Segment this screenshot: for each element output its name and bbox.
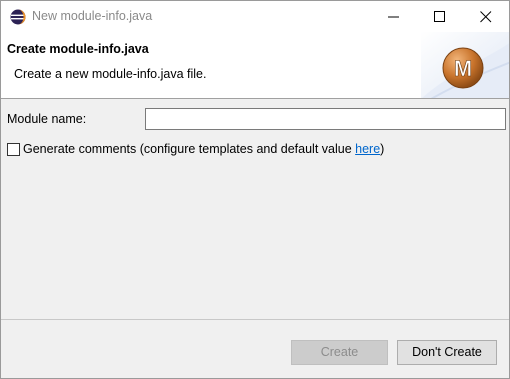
banner-title: Create module-info.java (7, 42, 149, 56)
module-name-input[interactable] (145, 108, 506, 130)
window-title: New module-info.java (32, 9, 153, 23)
minimize-button[interactable] (371, 1, 417, 32)
minimize-icon (388, 16, 399, 18)
generate-comments-label[interactable]: Generate comments (configure templates a… (23, 142, 384, 156)
wizard-banner: Create module-info.java Create a new mod… (1, 32, 509, 99)
configure-templates-link[interactable]: here (355, 142, 380, 156)
logo-letter: M (454, 56, 472, 81)
eclipse-icon (10, 9, 26, 25)
close-icon (480, 11, 492, 23)
maximize-button[interactable] (417, 1, 463, 32)
module-name-label: Module name: (7, 112, 87, 126)
close-button[interactable] (463, 1, 509, 32)
module-logo-icon: M (442, 47, 484, 89)
form-area: Module name: Generate comments (configur… (1, 100, 509, 319)
maximize-icon (434, 11, 445, 22)
generate-comments-suffix: ) (380, 142, 385, 156)
create-button[interactable]: Create (291, 340, 388, 365)
dont-create-button[interactable]: Don't Create (397, 340, 497, 365)
banner-description: Create a new module-info.java file. (14, 67, 207, 81)
generate-comments-text: Generate comments (configure templates a… (23, 142, 356, 156)
title-bar: New module-info.java (1, 1, 509, 32)
generate-comments-checkbox[interactable] (7, 143, 20, 156)
button-bar: Create Don't Create (1, 319, 509, 378)
new-module-info-dialog: New module-info.java Create module-info.… (0, 0, 510, 379)
